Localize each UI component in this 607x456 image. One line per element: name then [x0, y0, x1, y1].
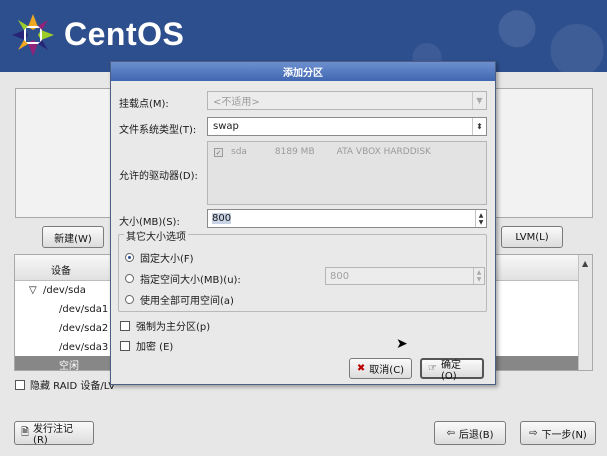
confirm-hand-icon: ☞	[428, 363, 437, 374]
radio-icon[interactable]	[125, 274, 134, 283]
release-notes-button[interactable]: 🗎 发行注记(R)	[14, 421, 94, 446]
encrypt-option[interactable]: 加密 (E)	[120, 338, 173, 353]
back-button[interactable]: ⇦ 后退(B)	[434, 421, 506, 445]
arrow-left-icon: ⇦	[446, 427, 455, 439]
document-icon: 🗎	[21, 426, 30, 438]
mount-point-label: 挂载点(M):	[119, 99, 169, 110]
spin-arrows-icon[interactable]: ▲ ▼	[473, 268, 484, 284]
max-size-radio[interactable]: 指定空间大小(MB)(u):	[125, 271, 241, 286]
fill-all-radio[interactable]: 使用全部可用空间(a)	[125, 292, 234, 307]
allowed-drives-list: ✓ sda 8189 MB ATA VBOX HARDDISK	[207, 141, 487, 205]
hide-raid-checkbox[interactable]	[15, 379, 25, 390]
fs-type-label: 文件系统类型(T):	[119, 125, 197, 136]
add-partition-dialog: 添加分区 挂载点(M): <不适用> ▼ 文件系统类型(T): swap ⬍ 允…	[110, 61, 496, 385]
new-partition-button[interactable]: 新建(W)	[42, 226, 104, 248]
mount-point-combo[interactable]: <不适用> ▼	[207, 91, 487, 110]
dialog-title[interactable]: 添加分区	[111, 62, 495, 81]
fs-type-combo[interactable]: swap ⬍	[207, 117, 487, 136]
lvm-button[interactable]: LVM(L)	[501, 226, 563, 248]
mouse-pointer-icon: ➤	[396, 336, 408, 352]
table-scrollbar[interactable]: ▲	[578, 255, 592, 370]
fixed-size-radio[interactable]: 固定大小(F)	[125, 250, 194, 265]
size-label: 大小(MB)(S):	[119, 217, 180, 228]
radio-selected-icon[interactable]	[125, 253, 134, 262]
next-button[interactable]: ⇨ 下一步(N)	[520, 421, 596, 445]
group-title: 其它大小选项	[124, 228, 188, 243]
centos-wordmark: CentOS	[64, 16, 185, 52]
encrypt-checkbox[interactable]	[120, 340, 130, 351]
close-icon: ✖	[356, 363, 366, 374]
scroll-up-icon[interactable]: ▲	[582, 259, 588, 268]
chevron-down-icon: ▼	[472, 92, 486, 109]
arrow-right-icon: ⇨	[529, 427, 538, 439]
drive-row-sda[interactable]: ✓ sda 8189 MB ATA VBOX HARDDISK	[214, 147, 431, 157]
drive-checkbox[interactable]: ✓	[214, 147, 223, 157]
cancel-button[interactable]: ✖ 取消(C)	[349, 358, 412, 379]
force-primary-option[interactable]: 强制为主分区(p)	[120, 318, 210, 333]
max-size-spinner[interactable]: 800 ▲ ▼	[325, 267, 485, 285]
updown-arrows-icon: ⬍	[472, 118, 486, 135]
radio-icon[interactable]	[125, 295, 134, 304]
size-spinner[interactable]: 800 ▲ ▼	[207, 209, 487, 228]
centos-logo-icon	[12, 14, 54, 56]
hide-raid-option[interactable]: 隐藏 RAID 设备/LV	[15, 377, 115, 392]
other-size-options-group: 其它大小选项 固定大小(F) 指定空间大小(MB)(u): 800 ▲ ▼ 使用全…	[118, 228, 487, 312]
force-primary-checkbox[interactable]	[120, 320, 130, 331]
allowed-drives-label: 允许的驱动器(D):	[119, 171, 198, 182]
spin-arrows-icon[interactable]: ▲ ▼	[475, 210, 486, 227]
ok-button[interactable]: ☞ 确定(O)	[420, 358, 484, 382]
expander-icon[interactable]: ▽	[29, 285, 37, 296]
column-device[interactable]: 设备	[51, 262, 71, 277]
